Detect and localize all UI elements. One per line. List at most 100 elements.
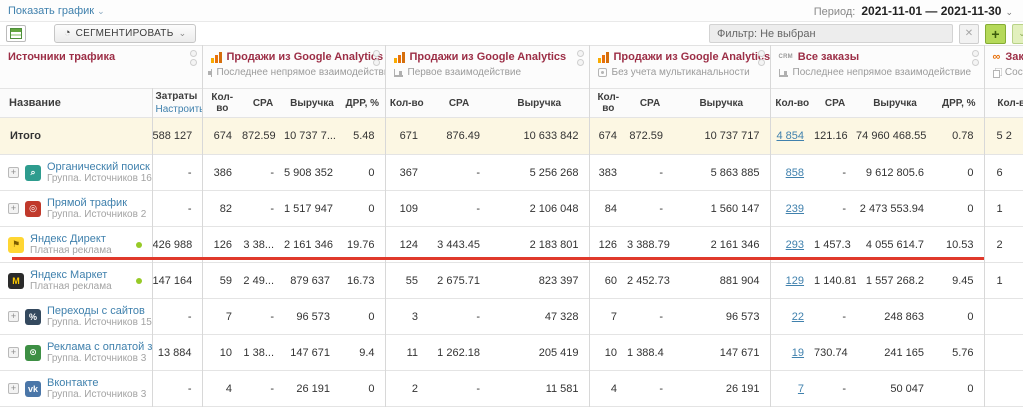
- value-cell: 60: [589, 263, 627, 299]
- column-header[interactable]: Кол-во: [984, 89, 1023, 118]
- gear-icon[interactable]: [758, 50, 765, 57]
- value-cell: 11 581: [490, 371, 589, 407]
- expand-button[interactable]: +: [8, 311, 19, 322]
- value-cell: 881 904: [673, 263, 770, 299]
- gear-icon[interactable]: [577, 50, 584, 57]
- gear-icon[interactable]: [373, 59, 380, 66]
- group-settings[interactable]: [972, 50, 979, 66]
- orders-count-link[interactable]: 129: [786, 275, 804, 287]
- chevron-down-icon: ⌄: [179, 28, 187, 39]
- gear-icon[interactable]: [758, 59, 765, 66]
- value-cell: 10 737 717: [673, 118, 770, 155]
- column-header[interactable]: Выручка: [490, 89, 589, 118]
- table-row: +%Переходы с сайтовГруппа. Источников 15…: [0, 299, 1023, 335]
- gear-icon[interactable]: [373, 50, 380, 57]
- value-cell: -: [814, 191, 856, 227]
- group-settings[interactable]: [758, 50, 765, 66]
- column-header[interactable]: Затраты Настроить?: [152, 89, 202, 118]
- source-name-link[interactable]: Вконтакте: [47, 377, 98, 389]
- filter-add-button[interactable]: +: [985, 24, 1006, 44]
- vk-icon: vk: [25, 381, 41, 397]
- chevron-down-icon: ⌄: [1005, 7, 1013, 17]
- column-header[interactable]: Выручка: [284, 89, 340, 118]
- filter-clear-button[interactable]: ✕: [959, 24, 979, 44]
- value-cell: 4 854: [770, 118, 814, 155]
- value-cell: 4: [589, 371, 627, 407]
- segment-button[interactable]: ◔ СЕГМЕНТИРОВАТЬ ⌄: [54, 24, 196, 43]
- value-cell: 9 612 805.6: [856, 155, 934, 191]
- expand-button[interactable]: +: [8, 347, 19, 358]
- top-bar: Показать график⌄ Период:2021-11-01 — 202…: [0, 0, 1023, 22]
- orders-count-link[interactable]: 4 854: [777, 130, 805, 142]
- orders-count-link[interactable]: 293: [786, 239, 804, 251]
- source-name-link[interactable]: Яндекс Маркет: [30, 269, 107, 281]
- source-name-link[interactable]: Яндекс Директ: [30, 233, 106, 245]
- source-name-link[interactable]: Переходы с сайтов: [47, 305, 145, 317]
- value-cell: 0.78: [934, 118, 984, 155]
- column-header[interactable]: Название: [0, 89, 152, 118]
- column-header[interactable]: Кол-во: [385, 89, 428, 118]
- column-header-label: Кол-во: [390, 98, 424, 109]
- expand-button[interactable]: +: [8, 383, 19, 394]
- orders-count-link[interactable]: 19: [792, 347, 804, 359]
- no-multichannel-icon: [598, 68, 607, 77]
- orders-count-link[interactable]: 7: [798, 383, 804, 395]
- orders-count-link[interactable]: 239: [786, 203, 804, 215]
- value-cell: -: [627, 155, 673, 191]
- group-header-row: Источники трафика Продажи из Google Anal…: [0, 46, 1023, 89]
- expand-button[interactable]: +: [8, 167, 19, 178]
- export-report-button[interactable]: [6, 25, 26, 42]
- value-cell: -: [152, 191, 202, 227]
- configure-costs-link[interactable]: Настроить: [156, 104, 203, 115]
- value-cell: 2 49...: [242, 263, 284, 299]
- column-header[interactable]: CPA: [814, 89, 856, 118]
- column-header[interactable]: Кол-во: [202, 89, 242, 118]
- column-header[interactable]: Выручка: [856, 89, 934, 118]
- copy-icon: [993, 70, 1000, 78]
- gear-icon[interactable]: [972, 59, 979, 66]
- group-settings[interactable]: [190, 50, 197, 66]
- group-title: Заказы: [1005, 51, 1023, 63]
- column-header[interactable]: ДРР, %: [934, 89, 984, 118]
- source-name-link[interactable]: Прямой трафик: [47, 197, 127, 209]
- orders-count-link[interactable]: 22: [792, 311, 804, 323]
- filter-controls: ✕ + ⌄: [709, 24, 1023, 44]
- value-cell: 239: [770, 191, 814, 227]
- column-header-label: Затраты: [156, 91, 198, 102]
- period-value[interactable]: 2021-11-01 — 2021-11-30: [861, 4, 1001, 18]
- value-cell: 5 256 268: [490, 155, 589, 191]
- value-cell: 82: [202, 191, 242, 227]
- show-chart-label[interactable]: Показать график: [8, 5, 94, 17]
- gear-icon[interactable]: [972, 50, 979, 57]
- column-header-label: ДРР, %: [942, 98, 976, 109]
- group-subtitle: Состав: [1005, 67, 1023, 78]
- column-header[interactable]: Выручка: [673, 89, 770, 118]
- value-cell: 22: [770, 299, 814, 335]
- value-cell: 1: [984, 263, 1023, 299]
- filter-input[interactable]: [709, 24, 953, 43]
- source-name-link[interactable]: Реклама с оплатой за клик: [47, 341, 152, 353]
- column-header[interactable]: CPA: [242, 89, 284, 118]
- period-control[interactable]: Период:2021-11-01 — 2021-11-30⌄: [814, 4, 1013, 18]
- configure-costs: Настроить?: [156, 104, 194, 115]
- gear-icon[interactable]: [577, 59, 584, 66]
- group-title: Продажи из Google Analytics: [614, 51, 771, 63]
- group-title: Продажи из Google Analytics: [227, 51, 384, 63]
- column-header[interactable]: CPA: [627, 89, 673, 118]
- column-header[interactable]: ДРР, %: [340, 89, 385, 118]
- show-chart-link[interactable]: Показать график⌄: [8, 5, 105, 17]
- orders-count-link[interactable]: 858: [786, 167, 804, 179]
- attribution-model-icon: [394, 69, 403, 77]
- group-settings[interactable]: [577, 50, 584, 66]
- gear-icon[interactable]: [190, 50, 197, 57]
- value-cell: 129: [770, 263, 814, 299]
- column-header[interactable]: Кол-во: [770, 89, 814, 118]
- column-header[interactable]: CPA: [428, 89, 490, 118]
- source-name-link[interactable]: Органический поиск: [47, 161, 150, 173]
- gear-icon[interactable]: [190, 59, 197, 66]
- column-header[interactable]: Кол-во: [589, 89, 627, 118]
- value-cell: 674: [589, 118, 627, 155]
- expand-button[interactable]: +: [8, 203, 19, 214]
- group-settings[interactable]: [373, 50, 380, 66]
- filter-dropdown-button[interactable]: ⌄: [1012, 24, 1023, 44]
